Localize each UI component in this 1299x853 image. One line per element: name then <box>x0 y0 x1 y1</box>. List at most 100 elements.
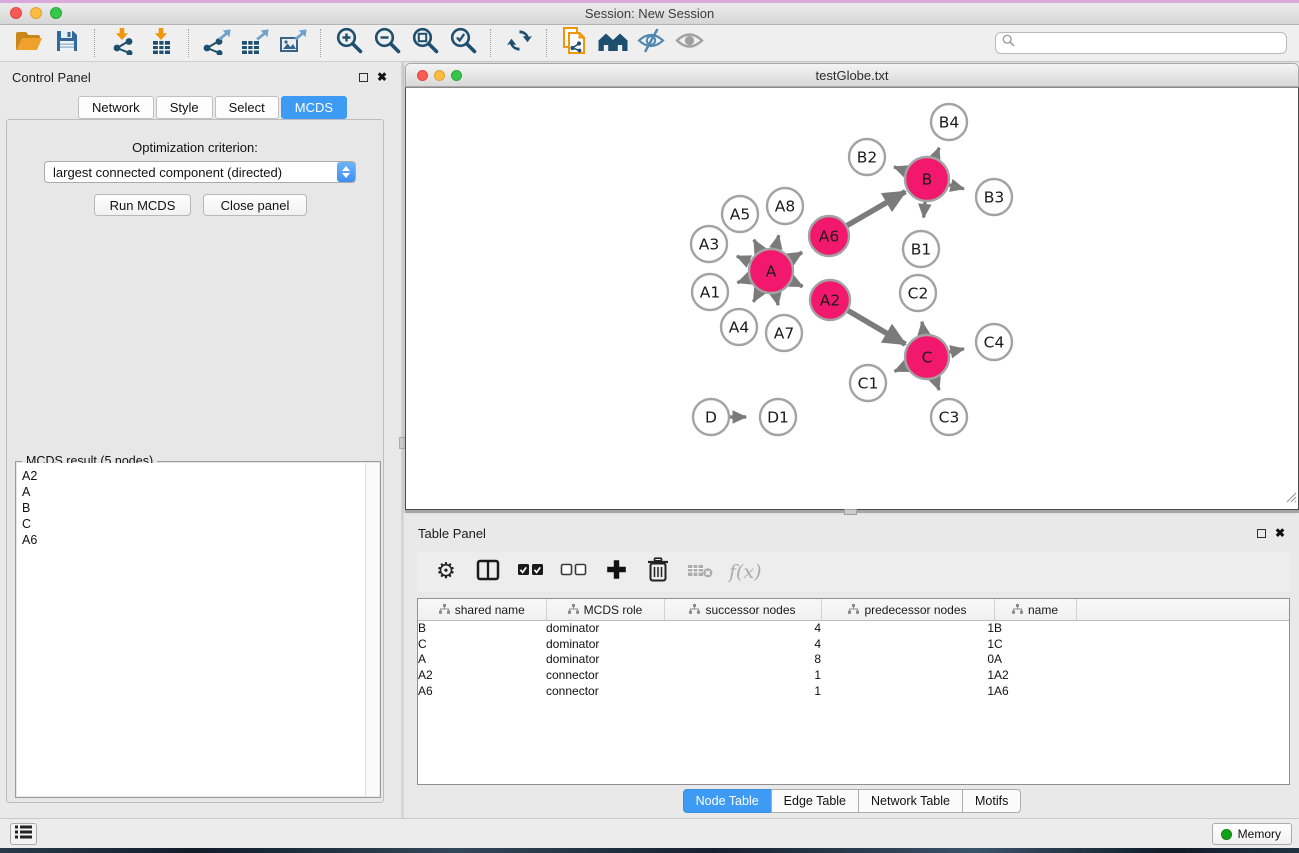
first-neighbors-button[interactable] <box>594 26 632 60</box>
show-all-button[interactable] <box>670 26 708 60</box>
table-panel-header: Table Panel ✖ <box>405 520 1299 546</box>
zoom-selected-button[interactable] <box>444 26 482 60</box>
network-window-titlebar[interactable]: testGlobe.txt <box>405 63 1299 87</box>
column-header[interactable]: predecessor nodes <box>821 599 994 621</box>
result-list-item[interactable]: A6 <box>22 532 379 548</box>
table-cell[interactable]: 1 <box>821 684 994 700</box>
table-row[interactable]: A6connector11A6 <box>418 684 1289 700</box>
tab-edge-table[interactable]: Edge Table <box>771 789 859 813</box>
search-field[interactable] <box>995 32 1287 54</box>
memory-status-icon <box>1221 829 1232 840</box>
column-header[interactable]: successor nodes <box>664 599 821 621</box>
add-column-button[interactable] <box>603 557 629 587</box>
table-cell[interactable]: A6 <box>994 684 1076 700</box>
table-cell[interactable]: 1 <box>664 668 821 684</box>
function-builder-button[interactable]: f(x) <box>729 557 762 587</box>
table-cell[interactable]: connector <box>546 668 664 684</box>
table-cell[interactable]: dominator <box>546 637 664 653</box>
search-input[interactable] <box>1019 35 1286 51</box>
delete-columns-button[interactable] <box>645 557 671 587</box>
tab-motifs[interactable]: Motifs <box>962 789 1021 813</box>
table-cell[interactable]: 1 <box>821 668 994 684</box>
table-row[interactable]: Bdominator41B <box>418 621 1289 637</box>
table-cell[interactable]: A2 <box>994 668 1076 684</box>
table-cell[interactable]: A <box>994 652 1076 668</box>
fit-content-button[interactable] <box>406 26 444 60</box>
criterion-dropdown[interactable]: largest connected component (directed) <box>44 161 356 183</box>
apply-layout-button[interactable] <box>500 26 538 60</box>
table-cell[interactable]: 4 <box>664 637 821 653</box>
table-row[interactable]: Cdominator41C <box>418 637 1289 653</box>
export-image-button[interactable] <box>274 26 312 60</box>
table-cell[interactable]: C <box>994 637 1076 653</box>
result-list-item[interactable]: A2 <box>22 468 379 484</box>
mcds-result-list[interactable]: A2ABCA6 <box>17 463 379 796</box>
tab-network[interactable]: Network <box>78 96 154 119</box>
zoom-in-icon <box>335 26 364 60</box>
table-settings-button[interactable]: ⚙ <box>433 557 459 587</box>
table-cell[interactable]: dominator <box>546 621 664 637</box>
graph-node-label-B2: B2 <box>857 149 878 167</box>
export-table-button[interactable] <box>236 26 274 60</box>
table-cell[interactable]: A2 <box>418 668 546 684</box>
table-close-panel-icon[interactable]: ✖ <box>1275 527 1285 539</box>
toggle-column-panel-button[interactable] <box>475 557 501 587</box>
import-network-button[interactable] <box>104 26 142 60</box>
vertical-split-divider[interactable] <box>401 62 404 818</box>
table-cell[interactable]: B <box>418 621 546 637</box>
graph-node-label-B: B <box>922 171 933 189</box>
delete-table-button[interactable] <box>687 557 713 587</box>
tab-network-table[interactable]: Network Table <box>858 789 963 813</box>
table-cell[interactable]: B <box>994 621 1076 637</box>
table-cell[interactable]: A <box>418 652 546 668</box>
table-row[interactable]: A2connector11A2 <box>418 668 1289 684</box>
table-cell[interactable]: 1 <box>821 637 994 653</box>
tab-node-table[interactable]: Node Table <box>683 789 772 813</box>
horizontal-split-divider[interactable] <box>405 510 1299 513</box>
run-mcds-button[interactable]: Run MCDS <box>94 194 191 216</box>
table-cell[interactable]: dominator <box>546 652 664 668</box>
main-toolbar <box>0 25 1299 62</box>
table-cell[interactable]: A6 <box>418 684 546 700</box>
table-cell[interactable]: 1 <box>821 621 994 637</box>
memory-button[interactable]: Memory <box>1212 823 1292 845</box>
table-cell-filler <box>1076 684 1289 700</box>
tab-mcds[interactable]: MCDS <box>281 96 347 119</box>
task-history-button[interactable] <box>10 823 37 845</box>
close-panel-button[interactable]: Close panel <box>203 194 307 216</box>
zoom-out-button[interactable] <box>368 26 406 60</box>
export-network-button[interactable] <box>198 26 236 60</box>
node-table[interactable]: shared nameMCDS rolesuccessor nodesprede… <box>417 598 1290 785</box>
table-cell[interactable]: 1 <box>664 684 821 700</box>
column-header[interactable]: MCDS role <box>546 599 664 621</box>
table-cell[interactable]: 8 <box>664 652 821 668</box>
select-all-rows-button[interactable] <box>517 557 544 587</box>
save-session-button[interactable] <box>48 26 86 60</box>
deselect-all-rows-button[interactable] <box>560 557 587 587</box>
import-table-button[interactable] <box>142 26 180 60</box>
close-panel-icon[interactable]: ✖ <box>377 71 387 83</box>
horizontal-split-handle[interactable] <box>844 509 857 515</box>
table-cell[interactable]: C <box>418 637 546 653</box>
tab-style[interactable]: Style <box>156 96 213 119</box>
table-row[interactable]: Adominator80A <box>418 652 1289 668</box>
hide-selected-button[interactable] <box>632 26 670 60</box>
table-cell[interactable]: 4 <box>664 621 821 637</box>
result-list-item[interactable]: C <box>22 516 379 532</box>
network-canvas[interactable]: AA1A2A3A4A5A6A7A8BB1B2B3B4CC1C2C3C4DD1 <box>405 87 1299 510</box>
tab-select[interactable]: Select <box>215 96 279 119</box>
result-list-item[interactable]: B <box>22 500 379 516</box>
result-list-scrollbar[interactable] <box>365 463 379 796</box>
result-list-item[interactable]: A <box>22 484 379 500</box>
resize-grip-icon[interactable] <box>1284 490 1297 508</box>
table-cell[interactable]: 0 <box>821 652 994 668</box>
zoom-in-button[interactable] <box>330 26 368 60</box>
clone-network-button[interactable] <box>556 26 594 60</box>
table-panel: Table Panel ✖ ⚙ f(x) shared nameMCDS role… <box>405 520 1299 818</box>
column-header[interactable]: name <box>994 599 1076 621</box>
float-panel-icon[interactable] <box>359 73 368 82</box>
table-cell[interactable]: connector <box>546 684 664 700</box>
column-header[interactable]: shared name <box>418 599 546 621</box>
open-session-button[interactable] <box>10 26 48 60</box>
table-float-panel-icon[interactable] <box>1257 529 1266 538</box>
